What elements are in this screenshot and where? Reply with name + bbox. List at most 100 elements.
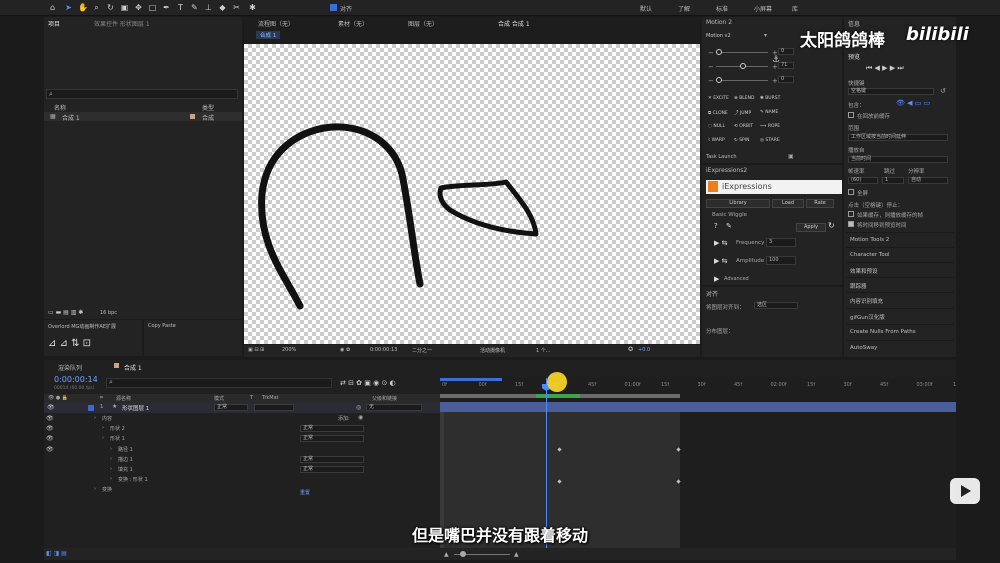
visibility-eye-icon[interactable]: 👁 xyxy=(46,425,54,432)
res-select[interactable]: 自动 xyxy=(908,177,948,184)
motion-btn-clone[interactable]: ⧉ CLONE xyxy=(708,110,728,116)
rotate-tool-icon[interactable]: ↻ xyxy=(106,3,115,12)
property-row-label[interactable]: 路径 1 xyxy=(118,446,133,453)
current-time[interactable]: 0:00:00:14 xyxy=(54,375,98,384)
library-button[interactable]: Library xyxy=(706,199,770,208)
panel-gifgun[interactable]: gifGun汉化版 xyxy=(846,308,954,322)
twirl-arrow-icon[interactable]: › xyxy=(94,415,96,421)
visibility-eye-icon[interactable]: 👁 xyxy=(46,415,54,422)
align-target-select[interactable]: 选区 xyxy=(754,302,798,309)
copy-paste-tab[interactable]: Copy Paste xyxy=(148,323,176,329)
frequency-input[interactable]: 3 xyxy=(766,238,796,247)
viewer-timecode[interactable]: 0:00:00:13 xyxy=(370,347,397,353)
viewer-tab-flowchart[interactable]: 流程图（无） xyxy=(258,19,294,28)
layer-duration-bar[interactable] xyxy=(440,402,956,412)
project-col-name[interactable]: 名称 xyxy=(54,103,66,112)
property-row-label[interactable]: 变换 xyxy=(102,486,112,493)
twirl-arrow-icon[interactable]: › xyxy=(94,486,96,492)
apply-button[interactable]: Apply xyxy=(796,223,826,232)
dropdown-arrow-icon[interactable]: ▾ xyxy=(764,32,767,39)
property-row-label[interactable]: 内容 xyxy=(102,415,112,422)
fullscreen-checkbox[interactable] xyxy=(848,189,854,195)
property-mode-select[interactable]: 正常 xyxy=(300,466,364,473)
amplitude-input[interactable]: 100 xyxy=(766,256,796,265)
home-icon[interactable]: ⌂ xyxy=(48,3,57,12)
amplitude-icon[interactable]: ▶ ⇆ xyxy=(714,257,727,265)
slider-track-1[interactable] xyxy=(716,52,768,53)
reset-icon[interactable]: ↺ xyxy=(940,87,946,95)
panel-content-aware-fill[interactable]: 内容识别填充 xyxy=(846,292,954,306)
range-select[interactable]: 工作区域按当前时间延伸 xyxy=(848,134,948,141)
panel-create-nulls[interactable]: Create Nulls From Paths xyxy=(846,324,954,338)
overlord-icons[interactable]: ⊿ ⊿ ⇅ ⊡ xyxy=(48,338,91,349)
layer-parent-select[interactable]: 无 xyxy=(366,404,422,411)
move-time-checkbox[interactable] xyxy=(848,221,854,227)
render-queue-tab[interactable]: 渲染队列 xyxy=(58,363,82,372)
header-parent[interactable]: 父级和链接 xyxy=(372,395,397,402)
tasklaunch-icon[interactable]: ▣ xyxy=(788,153,794,160)
panel-effects-presets[interactable]: 效果和预设 xyxy=(846,262,954,276)
eraser-tool-icon[interactable]: ◆ xyxy=(218,3,227,12)
footer-toggle-icons[interactable]: ◧ ◨ ▤ xyxy=(46,550,67,557)
zoom-in-icon[interactable]: ▲ xyxy=(514,551,519,558)
header-mode[interactable]: 模式 xyxy=(214,395,224,402)
header-source-name[interactable]: 源名称 xyxy=(116,395,131,402)
roto-brush-tool-icon[interactable]: ✂ xyxy=(232,3,241,12)
canvas[interactable] xyxy=(244,44,700,344)
motion-btn-blend[interactable]: ⊗ BLEND xyxy=(734,96,754,101)
twirl-arrow-icon[interactable]: › xyxy=(110,476,112,482)
property-row-label[interactable]: 填充 1 xyxy=(118,466,133,473)
advanced-icon[interactable]: ▶ xyxy=(714,275,719,283)
minus-icon[interactable]: − xyxy=(708,77,714,85)
project-item-row[interactable]: ▦ 合成 1 合成 xyxy=(44,112,242,122)
layer-row[interactable]: 👁 1 ★ 形状图层 1 正常 ◎ 无 xyxy=(44,403,440,413)
effects-tab[interactable]: 效果控件 形状图层 1 xyxy=(94,19,150,28)
selection-tool-icon[interactable]: ➤ xyxy=(64,3,73,12)
include-icons[interactable]: 👁 ◀ ▭ ▭ xyxy=(896,99,930,107)
refresh-icon[interactable]: ↻ xyxy=(828,221,835,230)
clone-stamp-tool-icon[interactable]: ⊥ xyxy=(204,3,213,12)
views-select[interactable]: 1 个... xyxy=(536,347,551,354)
rectangle-tool-icon[interactable]: □ xyxy=(148,3,157,12)
shortcut-select[interactable]: 空格键 xyxy=(848,88,934,95)
type-tool-icon[interactable]: T xyxy=(176,3,185,12)
minus-icon[interactable]: − xyxy=(708,63,714,71)
twirl-arrow-icon[interactable]: › xyxy=(110,456,112,462)
timeline-search[interactable]: ⌕ xyxy=(106,378,332,388)
anchor-icon[interactable]: ⚓ xyxy=(772,55,780,65)
motion-btn-spin[interactable]: ↻ SPIN xyxy=(734,138,749,143)
property-mode-select[interactable]: 正常 xyxy=(300,435,364,443)
motion-btn-stare[interactable]: ◎ STARE xyxy=(760,138,780,143)
resolution-select[interactable]: 二分之一 xyxy=(412,347,432,354)
camera-select[interactable]: 活动摄像机 xyxy=(480,347,505,354)
layer-trkmat-select[interactable] xyxy=(254,404,294,411)
camera-tool-icon[interactable]: ▣ xyxy=(120,3,129,12)
layer-label-swatch[interactable] xyxy=(88,405,94,411)
slider-track-3[interactable] xyxy=(716,80,768,81)
motion-btn-name[interactable]: ✎ NAME xyxy=(760,110,778,115)
property-row-label[interactable]: 描边 1 xyxy=(118,456,133,463)
twirl-arrow-icon[interactable]: › xyxy=(110,446,112,452)
minus-icon[interactable]: − xyxy=(708,49,714,57)
header-trkmat[interactable]: TrkMat xyxy=(262,395,279,401)
pickwhip-icon[interactable]: ◎ xyxy=(356,404,361,411)
viewer-tab-layer[interactable]: 图层（无） xyxy=(408,19,438,28)
slider-value-2[interactable]: 71 xyxy=(778,62,794,69)
rate-button[interactable]: Rate xyxy=(806,199,834,208)
property-row-label[interactable]: 形状 1 xyxy=(110,435,125,442)
load-button[interactable]: Load xyxy=(772,199,804,208)
preview-tab[interactable]: 预览 xyxy=(848,52,860,61)
motion-btn-jump[interactable]: ⤴ JUMP xyxy=(734,110,751,116)
project-tab[interactable]: 项目 xyxy=(48,19,60,28)
cache-checkbox[interactable] xyxy=(848,112,854,118)
twirl-arrow-icon[interactable]: › xyxy=(110,466,112,472)
viewer-tab-footage[interactable]: 素材（无） xyxy=(338,19,368,28)
panel-character-tool[interactable]: Character Tool xyxy=(846,247,954,261)
workspace-libraries[interactable]: 库 xyxy=(792,4,798,13)
frequency-icon[interactable]: ▶ ⇆ xyxy=(714,239,727,247)
slider-knob-2[interactable] xyxy=(740,63,746,69)
help-icon[interactable]: ? xyxy=(714,222,718,230)
playback-controls[interactable]: ⏮ ◀ ▶ ▶ ⏭ xyxy=(866,64,904,73)
layer-name[interactable]: 形状图层 1 xyxy=(122,404,149,412)
new-folder-icon[interactable]: ▭ ▬ ▤ ▥ ✱ xyxy=(48,309,83,316)
